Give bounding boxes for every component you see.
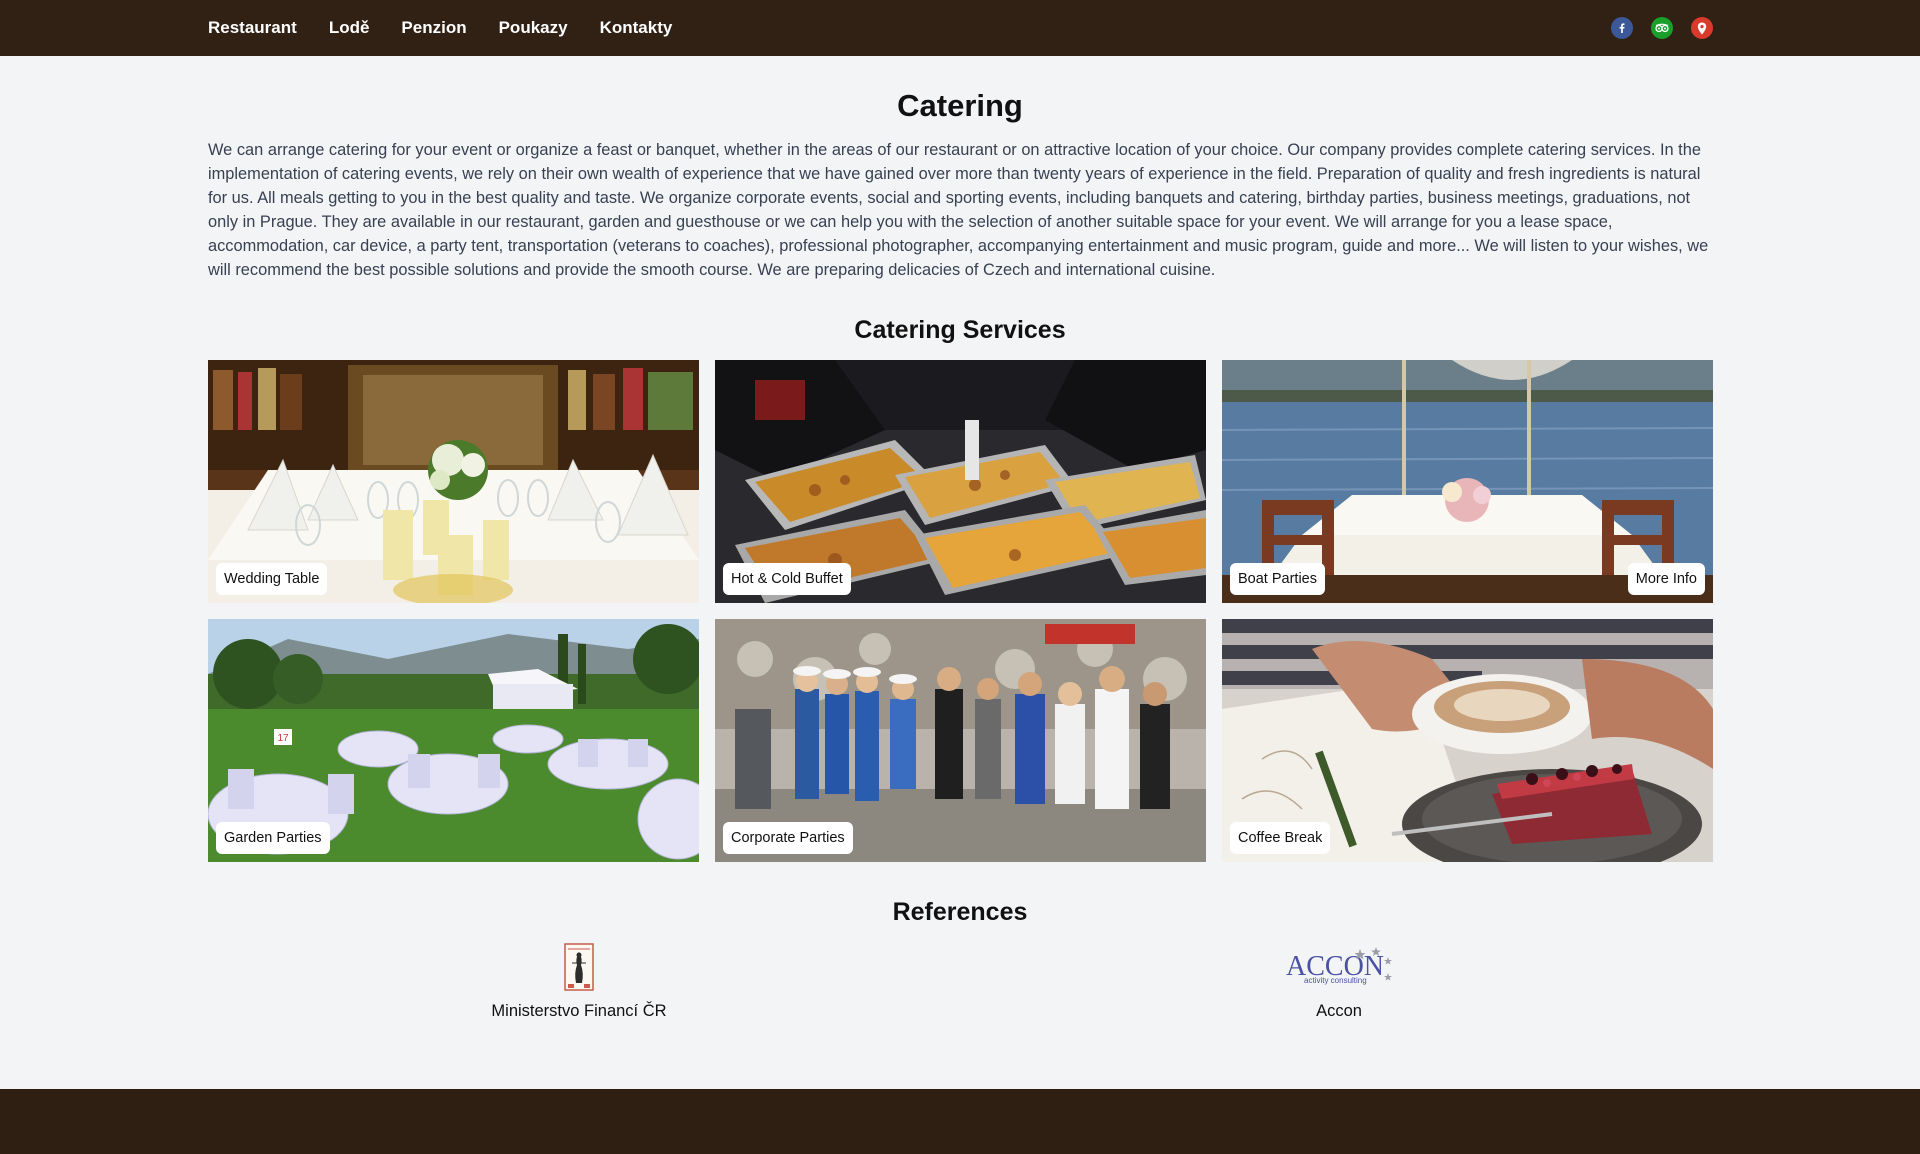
service-card-boat-parties[interactable]: Boat Parties More Info — [1222, 360, 1713, 603]
service-label: Hot & Cold Buffet — [723, 563, 851, 595]
intro-paragraph: We can arrange catering for your event o… — [208, 141, 1709, 279]
main-content: Catering We can arrange catering for you… — [208, 56, 1713, 1052]
more-info-button[interactable]: More Info — [1627, 563, 1705, 595]
services-heading: Catering Services — [854, 316, 1066, 344]
reference-item[interactable]: ACCON activity consulting Accon — [1219, 942, 1459, 1021]
references-heading: References — [892, 898, 1028, 926]
top-navbar: Restaurant Lodě Penzion Poukazy Kontakty — [0, 0, 1920, 56]
nav-link-restaurant[interactable]: Restaurant — [208, 18, 297, 38]
svg-text:17: 17 — [277, 733, 289, 744]
reference-name: Ministerstvo Financí ČR — [491, 1002, 667, 1020]
service-label: Wedding Table — [216, 563, 328, 595]
service-label: Garden Parties — [216, 822, 330, 854]
service-label: Coffee Break — [1230, 822, 1331, 854]
svg-text:activity consulting: activity consulting — [1304, 976, 1367, 985]
accon-logo: ACCON activity consulting — [1219, 942, 1459, 992]
nav-link-poukazy[interactable]: Poukazy — [499, 18, 568, 38]
references-list: Ministerstvo Financí ČR ACCON activity c… — [208, 942, 1712, 1052]
service-card-garden-parties[interactable]: 17 Garden Parties — [208, 619, 699, 862]
nav-link-penzion[interactable]: Penzion — [401, 18, 466, 38]
reference-name: Accon — [1316, 1002, 1362, 1020]
main-nav: Restaurant Lodě Penzion Poukazy Kontakty — [208, 0, 672, 56]
service-card-corporate-parties[interactable]: Corporate Parties — [715, 619, 1206, 862]
page-title: Catering — [897, 88, 1023, 123]
facebook-icon[interactable] — [1611, 17, 1633, 39]
social-links — [1611, 17, 1713, 39]
nav-link-lode[interactable]: Lodě — [329, 18, 370, 38]
page-footer — [0, 1089, 1920, 1154]
reference-item[interactable]: Ministerstvo Financí ČR — [459, 942, 699, 1021]
service-label: Corporate Parties — [723, 822, 853, 854]
service-card-coffee-break[interactable]: Coffee Break — [1222, 619, 1713, 862]
tripadvisor-icon[interactable] — [1651, 17, 1673, 39]
service-card-wedding-table[interactable]: Wedding Table — [208, 360, 699, 603]
service-label: Boat Parties — [1230, 563, 1325, 595]
map-pin-icon[interactable] — [1691, 17, 1713, 39]
nav-link-kontakty[interactable]: Kontakty — [600, 18, 673, 38]
services-grid: Wedding Table Hot & Cold Buffet Boat Par… — [208, 360, 1713, 862]
service-card-buffet[interactable]: Hot & Cold Buffet — [715, 360, 1206, 603]
ministry-finance-logo — [459, 942, 699, 992]
